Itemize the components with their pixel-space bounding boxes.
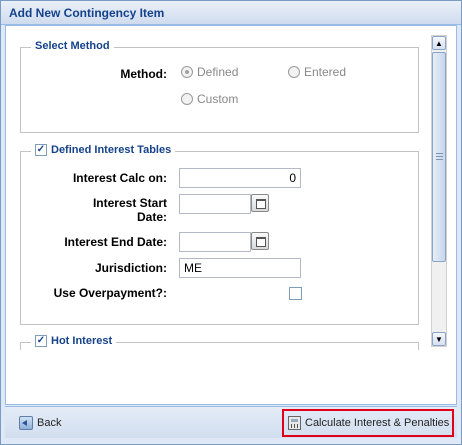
- interest-start-date-label-line1: Interest Start: [92, 196, 167, 210]
- dialog-footer: Back Calculate Interest & Penalties: [5, 406, 457, 438]
- dialog-title: Add New Contingency Item: [1, 1, 461, 25]
- radio-custom[interactable]: Custom: [181, 92, 238, 106]
- select-method-legend-text: Select Method: [35, 40, 110, 52]
- body-empty-area: [6, 350, 456, 404]
- defined-interest-fieldset: ✓ Defined Interest Tables Interest Calc …: [20, 144, 419, 325]
- scrollbar-thumb[interactable]: [432, 52, 446, 262]
- scroll-up-icon[interactable]: ▲: [432, 36, 446, 50]
- hot-interest-legend-text: Hot Interest: [51, 335, 113, 347]
- radio-entered-dot[interactable]: [288, 66, 300, 78]
- dialog-body: Select Method Method: Defined Entered Cu…: [5, 25, 457, 405]
- radio-defined[interactable]: Defined: [181, 65, 238, 79]
- interest-start-date-input[interactable]: [179, 194, 251, 214]
- jurisdiction-input[interactable]: ME: [179, 258, 301, 278]
- use-overpayment-label: Use Overpayment?:: [53, 286, 167, 300]
- scrollbar-grip-icon: [436, 153, 443, 160]
- defined-interest-legend-text: Defined Interest Tables: [51, 144, 172, 156]
- radio-entered[interactable]: Entered: [288, 65, 346, 79]
- hot-interest-checkbox[interactable]: ✓: [35, 335, 47, 347]
- use-overpayment-checkbox[interactable]: [289, 287, 302, 300]
- radio-custom-label: Custom: [197, 92, 239, 106]
- select-method-fieldset: Select Method Method: Defined Entered Cu…: [20, 40, 419, 133]
- calculator-icon: [288, 416, 301, 430]
- hot-interest-legend: ✓ Hot Interest: [31, 335, 117, 347]
- interest-end-date-input[interactable]: [179, 232, 251, 252]
- radio-custom-dot[interactable]: [181, 93, 193, 105]
- back-button-label: Back: [37, 417, 62, 429]
- back-button[interactable]: Back: [19, 416, 61, 430]
- scroll-down-icon[interactable]: ▼: [432, 332, 446, 346]
- radio-defined-dot[interactable]: [181, 66, 193, 78]
- radio-entered-label: Entered: [304, 65, 347, 79]
- calculate-interest-penalties-button[interactable]: Calculate Interest & Penalties: [288, 416, 449, 430]
- back-arrow-icon: [19, 416, 33, 430]
- interest-calc-on-label: Interest Calc on:: [72, 171, 167, 185]
- jurisdiction-label: Jurisdiction:: [94, 261, 167, 275]
- interest-calc-on-input[interactable]: 0: [179, 168, 301, 188]
- start-date-calendar-icon[interactable]: [251, 194, 269, 212]
- vertical-scrollbar[interactable]: ▲ ▼: [431, 35, 447, 347]
- method-label: Method:: [120, 67, 167, 81]
- calculate-button-label: Calculate Interest & Penalties: [305, 417, 450, 429]
- form-scroll-area: Select Method Method: Defined Entered Cu…: [6, 26, 430, 350]
- defined-interest-legend: ✓ Defined Interest Tables: [31, 144, 176, 156]
- interest-end-date-label: Interest End Date:: [64, 235, 167, 249]
- interest-start-date-label: Interest Start Date:: [51, 196, 167, 224]
- hot-interest-fieldset: ✓ Hot Interest: [20, 335, 419, 350]
- contingency-dialog: Add New Contingency Item Select Method M…: [0, 0, 462, 445]
- defined-interest-checkbox[interactable]: ✓: [35, 144, 47, 156]
- radio-defined-label: Defined: [197, 65, 239, 79]
- end-date-calendar-icon[interactable]: [251, 232, 269, 250]
- select-method-legend: Select Method: [31, 40, 114, 52]
- interest-start-date-label-line2: Date:: [136, 210, 167, 224]
